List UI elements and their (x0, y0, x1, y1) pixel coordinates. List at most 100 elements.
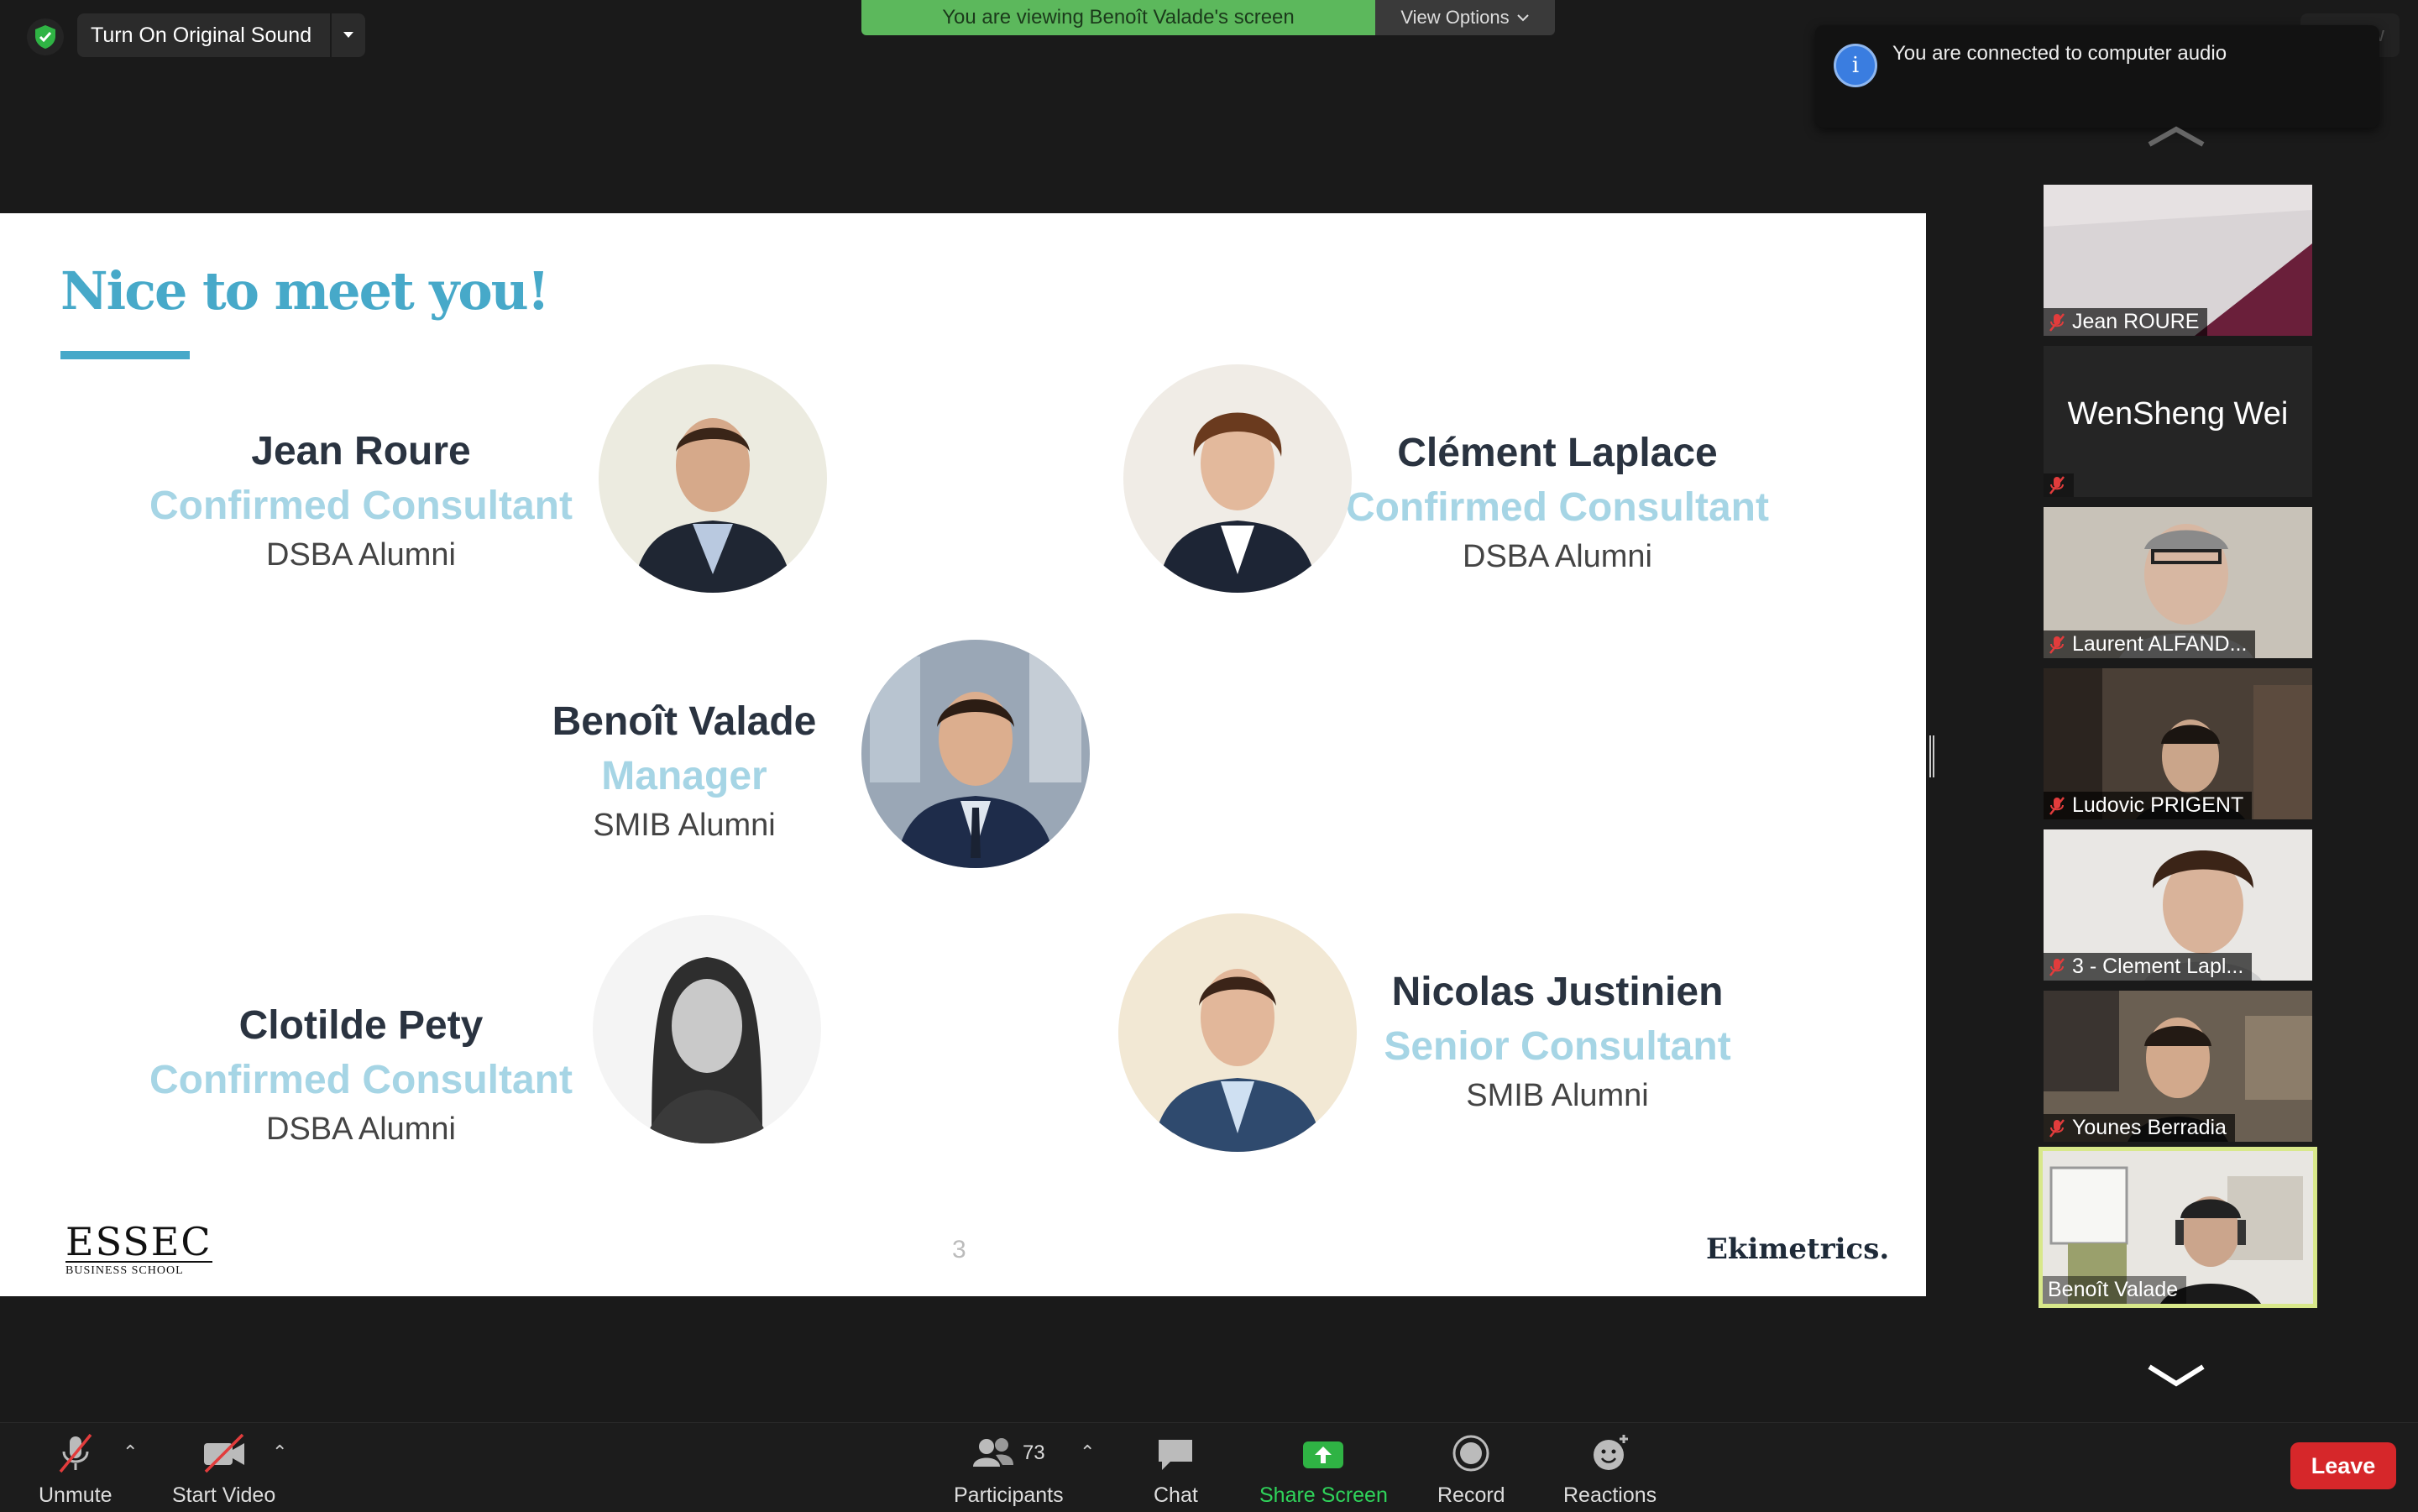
original-sound-dropdown-icon[interactable] (330, 13, 365, 57)
gallery-scroll-up-icon[interactable] (2146, 126, 2206, 148)
person-name: Jean Roure (251, 429, 471, 473)
split-resize-handle[interactable] (1929, 735, 1934, 777)
audio-options-caret-icon[interactable]: ⌃ (123, 1441, 138, 1463)
title-underline (60, 351, 190, 359)
essec-logo-main: ESSEC (65, 1219, 212, 1264)
video-tile[interactable]: 3 - Clement Lapl... (2044, 829, 2312, 981)
view-options-label: View Options (1400, 7, 1510, 28)
person-role: Confirmed Consultant (149, 484, 573, 528)
video-tile[interactable]: Laurent ALFAND... (2044, 507, 2312, 658)
person-card: Clotilde Pety Confirmed Consultant DSBA … (143, 1002, 579, 1148)
participant-name-tag: 3 - Clement Lapl... (2044, 953, 2253, 981)
share-screen-icon (1303, 1441, 1344, 1468)
record-button[interactable]: Record (1437, 1431, 1505, 1508)
participant-name: Benoît Valade (2048, 1278, 2179, 1301)
viewing-screen-banner: You are viewing Benoît Valade's screen (861, 0, 1375, 35)
video-tile[interactable]: Ludovic PRIGENT (2044, 668, 2312, 819)
slide-title: Nice to meet you! (60, 260, 550, 322)
person-role: Manager (601, 754, 767, 798)
person-name: Clotilde Pety (238, 1003, 484, 1048)
view-options-button[interactable]: View Options (1375, 0, 1555, 35)
person-card: Benoît Valade Manager SMIB Alumni (487, 698, 882, 844)
unmute-label: Unmute (39, 1483, 113, 1507)
participant-name-tag (2044, 473, 2074, 497)
ekimetrics-logo: Ekimetrics. (1706, 1232, 1890, 1266)
person-name: Benoît Valade (552, 699, 817, 744)
security-shield-icon[interactable] (27, 18, 64, 55)
record-icon (1452, 1435, 1489, 1472)
portrait-photo (593, 915, 821, 1143)
video-tile[interactable]: Younes Berradia (2044, 991, 2312, 1142)
participant-name: Ludovic PRIGENT (2072, 793, 2244, 817)
share-screen-label: Share Screen (1259, 1483, 1388, 1507)
chevron-down-icon (1516, 14, 1529, 22)
participants-count: 73 (1022, 1441, 1045, 1464)
portrait-photo (861, 640, 1090, 868)
person-card: Nicolas Justinien Senior Consultant SMIB… (1343, 969, 1772, 1114)
leave-button[interactable]: Leave (2290, 1442, 2396, 1489)
share-screen-button[interactable]: Share Screen (1259, 1431, 1388, 1508)
chat-label: Chat (1154, 1483, 1198, 1507)
person-role: Senior Consultant (1384, 1024, 1731, 1069)
person-name: Clément Laplace (1397, 431, 1718, 475)
unmute-button[interactable]: Unmute (39, 1431, 113, 1508)
portrait-photo (599, 364, 827, 593)
video-tile-active-speaker[interactable]: Benoît Valade (2039, 1147, 2317, 1308)
person-alumni: SMIB Alumni (593, 808, 776, 843)
participants-icon (972, 1438, 1013, 1467)
mic-muted-icon (2049, 635, 2065, 654)
notification-text: You are connected to computer audio (1892, 42, 2227, 65)
person-alumni: DSBA Alumni (266, 537, 456, 573)
participant-name-center: WenSheng Wei (2067, 396, 2289, 432)
mic-muted-icon (2049, 476, 2065, 494)
person-role: Confirmed Consultant (1346, 485, 1769, 530)
meeting-toolbar: Unmute ⌃ Start Video ⌃ 73 Participants ⌃… (0, 1422, 2418, 1512)
start-video-button[interactable]: Start Video (172, 1431, 275, 1508)
slide-page-number: 3 (952, 1236, 966, 1263)
start-video-label: Start Video (172, 1483, 276, 1507)
mic-muted-icon (2049, 312, 2065, 332)
portrait-photo (1123, 364, 1352, 593)
mic-muted-icon (2049, 796, 2065, 815)
person-alumni: DSBA Alumni (266, 1112, 456, 1147)
participants-button[interactable]: 73 Participants (954, 1431, 1064, 1508)
chat-icon (1159, 1440, 1193, 1470)
participant-name: 3 - Clement Lapl... (2072, 955, 2244, 978)
mic-muted-icon (59, 1433, 92, 1473)
essec-logo: ESSEC BUSINESS SCHOOL (65, 1222, 212, 1278)
participant-name-tag: Benoît Valade (2043, 1276, 2187, 1304)
video-tile[interactable]: WenSheng Wei (2044, 346, 2312, 497)
original-sound-label: Turn On Original Sound (91, 23, 312, 47)
original-sound-button[interactable]: Turn On Original Sound (77, 13, 366, 57)
person-card: Clément Laplace Confirmed Consultant DSB… (1343, 430, 1772, 575)
person-name: Nicolas Justinien (1391, 970, 1724, 1014)
person-role: Confirmed Consultant (149, 1058, 573, 1102)
reactions-button[interactable]: Reactions (1563, 1431, 1656, 1508)
chat-button[interactable]: Chat (1154, 1431, 1198, 1508)
video-off-icon (203, 1433, 244, 1473)
audio-notification: i You are connected to computer audio (1815, 25, 2379, 128)
person-alumni: DSBA Alumni (1463, 539, 1652, 574)
record-label: Record (1437, 1483, 1505, 1507)
participants-label: Participants (954, 1483, 1064, 1507)
participant-name-tag: Laurent ALFAND... (2044, 630, 2256, 658)
participant-name-tag: Jean ROURE (2044, 308, 2208, 336)
participant-name-tag: Ludovic PRIGENT (2044, 792, 2253, 819)
mic-muted-icon (2049, 957, 2065, 976)
person-alumni: SMIB Alumni (1466, 1078, 1649, 1113)
participant-name-tag: Younes Berradia (2044, 1114, 2235, 1142)
participant-name: Younes Berradia (2072, 1116, 2227, 1139)
gallery-scroll-down-icon[interactable] (2146, 1360, 2206, 1390)
participant-name: Jean ROURE (2072, 310, 2200, 333)
reactions-icon (1593, 1435, 1628, 1470)
video-tile[interactable]: Jean ROURE (2044, 185, 2312, 336)
reactions-label: Reactions (1563, 1483, 1657, 1507)
info-icon: i (1834, 44, 1877, 87)
video-options-caret-icon[interactable]: ⌃ (272, 1441, 287, 1463)
participant-name: Laurent ALFAND... (2072, 632, 2248, 656)
mic-muted-icon (2049, 1118, 2065, 1138)
participants-options-caret-icon[interactable]: ⌃ (1080, 1441, 1095, 1463)
person-card: Jean Roure Confirmed Consultant DSBA Alu… (143, 428, 579, 573)
shared-slide: Nice to meet you! Jean Roure Confirmed C… (0, 213, 1926, 1296)
portrait-photo (1118, 913, 1357, 1152)
